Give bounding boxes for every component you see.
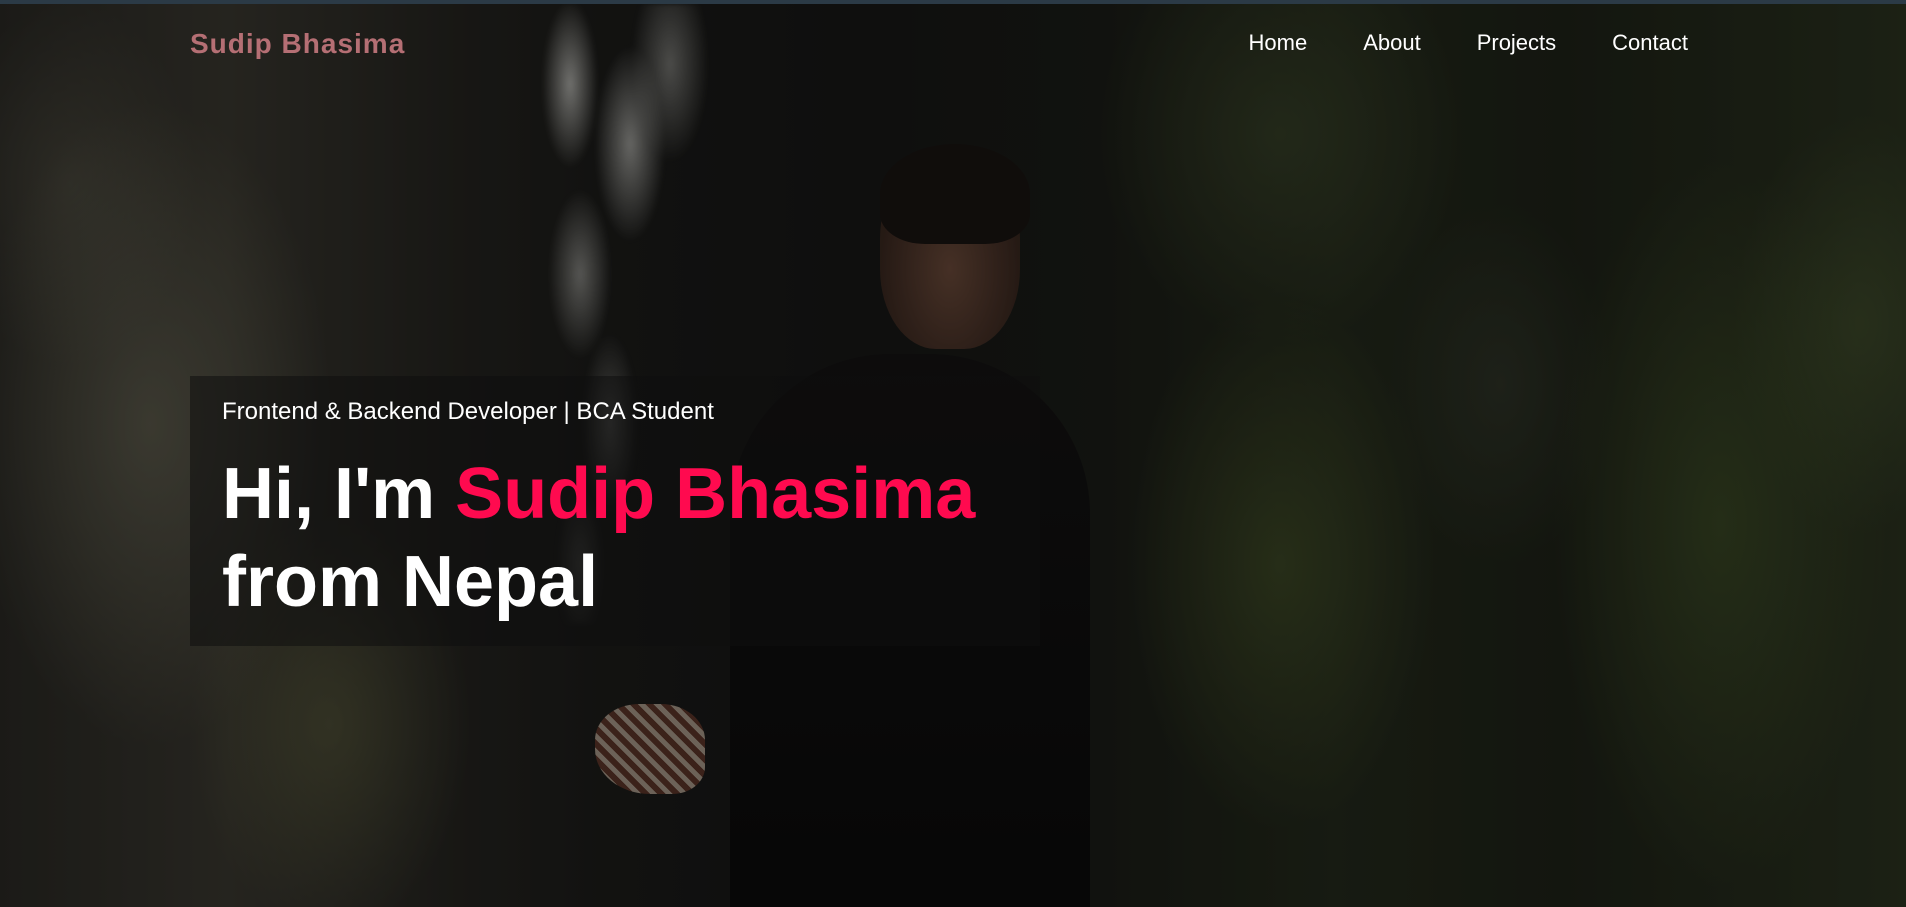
- nav-links: Home About Projects Contact: [1249, 30, 1689, 56]
- hero-subtitle: Frontend & Backend Developer | BCA Stude…: [222, 398, 714, 425]
- brand-logo-link[interactable]: Sudip Bhasima: [190, 28, 405, 60]
- hero-highlight-name: Sudip Bhasima: [455, 454, 976, 534]
- nav-link-contact[interactable]: Contact: [1612, 30, 1688, 56]
- nav-link-about[interactable]: About: [1363, 30, 1421, 56]
- hero-headline-line2: from Nepal: [222, 542, 599, 622]
- nav-link-home[interactable]: Home: [1249, 30, 1308, 56]
- hero-headline: Hi, I'm Sudip Bhasima from Nepal: [222, 450, 1008, 626]
- navbar: Sudip Bhasima Home About Projects Contac…: [0, 4, 1906, 84]
- hero-section: Sudip Bhasima Home About Projects Contac…: [0, 0, 1906, 907]
- hero-greeting: Hi, I'm: [222, 454, 436, 534]
- hero-intro-card: Frontend & Backend Developer | BCA Stude…: [190, 376, 1040, 646]
- nav-link-projects[interactable]: Projects: [1477, 30, 1556, 56]
